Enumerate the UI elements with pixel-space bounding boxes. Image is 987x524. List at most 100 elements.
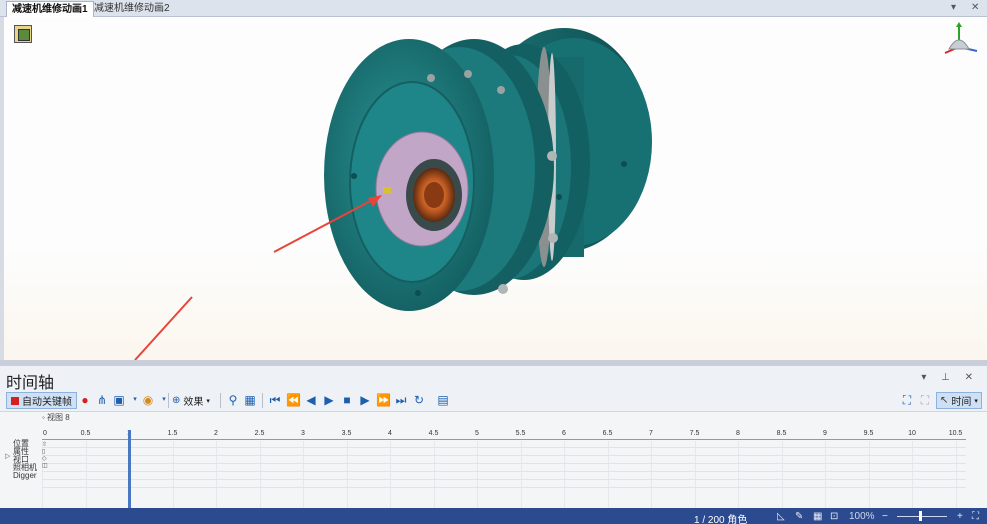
go-to-start-icon[interactable]: ⏮: [268, 393, 282, 407]
slideshow-icon[interactable]: ▤: [436, 393, 450, 407]
zoom-slider-thumb[interactable]: [919, 511, 922, 521]
track-row: [42, 463, 966, 464]
track-labels: 位置 属性 视口 照相机 Digger: [13, 440, 37, 480]
play-icon[interactable]: ▶: [322, 393, 336, 407]
grid-icon[interactable]: ▦: [813, 511, 822, 522]
ruler-tick-label: 4: [388, 430, 392, 437]
grid-line: [303, 441, 304, 508]
tab-close-icon[interactable]: ✕: [971, 2, 979, 13]
grid-line: [825, 441, 826, 508]
chevron-down-icon: ▾: [206, 397, 210, 405]
filter-icon[interactable]: ⚲: [226, 393, 240, 407]
grid-line: [607, 441, 609, 508]
measure-icon[interactable]: ◺: [777, 511, 785, 522]
step-forward-icon[interactable]: ▶: [358, 393, 372, 407]
stop-icon[interactable]: ■: [340, 393, 354, 407]
ruler-tick-label: 10: [908, 430, 916, 437]
track-icon: ◇: [42, 456, 47, 462]
track-row: [42, 487, 966, 488]
grid-line: [781, 441, 783, 508]
ruler-tick-label: 6: [562, 430, 566, 437]
ruler-tick-label: 9: [823, 430, 827, 437]
next-key-icon[interactable]: ⏩: [376, 393, 391, 407]
timeline-panel-header: 时间轴 ▾ ⊥ ✕: [0, 366, 987, 392]
view-label: ◦ 视图 8: [42, 413, 70, 422]
time-button[interactable]: ↖ 时间 ▾: [936, 392, 982, 409]
ruler-tick-label: 3: [301, 430, 305, 437]
ruler-tick-label: 5: [475, 430, 479, 437]
step-back-icon[interactable]: ◀: [304, 393, 318, 407]
grid-line: [912, 441, 913, 508]
ruler-tick-label: 0: [43, 430, 47, 437]
zoom-fit-icon[interactable]: ⛶: [900, 393, 914, 407]
playhead[interactable]: [128, 430, 131, 508]
ruler-tick-label: 2: [214, 430, 218, 437]
track-label: Digger: [13, 471, 37, 480]
ruler-tick-label: 5.5: [515, 430, 526, 437]
grid-line: [738, 441, 739, 508]
expand-arrow-icon[interactable]: ▷: [5, 452, 10, 460]
grid-line: [651, 441, 652, 508]
track-row: [42, 455, 966, 456]
add-key-icon[interactable]: ●: [78, 393, 92, 407]
grid-line: [433, 441, 435, 508]
toolbar-separator: [168, 393, 169, 408]
track-icon: ⇧: [42, 442, 48, 448]
visibility-key-icon[interactable]: ◉: [141, 393, 155, 407]
document-tab-bar: 减速机维修动画1 减速机维修动画2 ▾ ✕: [0, 0, 987, 17]
toolbar-separator: [220, 393, 221, 408]
time-ruler[interactable]: 00.511.522.533.544.555.566.577.588.599.5…: [42, 430, 966, 440]
ruler-tick-label: 1.5: [167, 430, 178, 437]
autokey-label: 自动关键帧: [22, 397, 72, 408]
record-icon: [11, 396, 19, 405]
camera-key-icon[interactable]: ▣: [112, 393, 126, 407]
timeline-area[interactable]: ◦ 视图 8 00.511.522.533.544.555.566.577.58…: [0, 412, 987, 508]
ruler-tick-label: 3.5: [341, 430, 352, 437]
panel-window-controls[interactable]: ▾ ⊥ ✕: [921, 372, 979, 383]
zoom-out-icon[interactable]: −: [882, 511, 888, 522]
grid-line: [85, 441, 87, 508]
dropdown-icon[interactable]: ▾: [128, 393, 142, 407]
ruler-tick-label: 8: [736, 430, 740, 437]
zoom-level: 100%: [849, 511, 875, 522]
effects-button[interactable]: ⊕ 效果 ▾: [172, 392, 210, 409]
tab-animation-1[interactable]: 减速机维修动画1: [6, 1, 94, 17]
ruler-tick-label: 2.5: [254, 430, 265, 437]
track-row: [42, 447, 966, 448]
autokey-button[interactable]: 自动关键帧: [6, 392, 77, 409]
ruler-tick-label: 6.5: [602, 430, 613, 437]
zoom-slider[interactable]: [897, 516, 947, 517]
grid-line: [259, 441, 261, 508]
grid-line: [346, 441, 348, 508]
previous-key-icon[interactable]: ⏪: [286, 393, 301, 407]
gearbox-3d-model[interactable]: [4, 17, 987, 360]
zoom-selection-icon[interactable]: ⛶: [918, 393, 932, 407]
zoom-in-icon[interactable]: +: [957, 511, 963, 522]
grid-line: [955, 441, 957, 508]
tab-dropdown-icon[interactable]: ▾: [951, 2, 956, 13]
timeline-toolbar: 自动关键帧 ● ⋔ ▣ ▾ ◉ ▾ ⊕ 效果 ▾ ⚲ ▦ ⏮ ⏪ ◀ ▶ ■ ▶…: [0, 390, 987, 412]
track-row: [42, 479, 966, 480]
loop-icon[interactable]: ↻: [412, 393, 426, 407]
ruler-tick-label: 7.5: [689, 430, 700, 437]
motion-path-icon[interactable]: ⋔: [95, 393, 109, 407]
edit-icon[interactable]: ✎: [795, 511, 803, 522]
ruler-tick-label: 10.5: [948, 430, 963, 437]
chevron-down-icon: ▾: [974, 397, 978, 405]
3d-viewport[interactable]: [4, 17, 987, 360]
track-type-icons: ⇧ ▯ ◇ ◫: [42, 442, 48, 470]
fullscreen-icon[interactable]: ⛶: [972, 511, 979, 522]
ruler-tick-label: 0.5: [80, 430, 91, 437]
app-window: 减速机维修动画1 减速机维修动画2 ▾ ✕ 时间轴 ▾ ⊥ ✕ 自动关键帧 ● …: [0, 0, 987, 524]
status-bar: 1 / 200 角色 ◺ ✎ ▦ ⊡ 100% − + ⛶: [0, 508, 987, 524]
grid-line: [694, 441, 696, 508]
ruler-tick-label: 8.5: [776, 430, 787, 437]
track-row: [42, 471, 966, 472]
table-icon[interactable]: ▦: [243, 393, 257, 407]
tab-animation-2[interactable]: 减速机维修动画2: [89, 1, 175, 17]
effects-icon: ⊕: [172, 395, 181, 406]
track-grid[interactable]: [42, 441, 966, 508]
track-icon: ◫: [42, 463, 48, 469]
fit-view-icon[interactable]: ⊡: [830, 511, 838, 522]
go-to-end-icon[interactable]: ⏭: [394, 393, 408, 407]
